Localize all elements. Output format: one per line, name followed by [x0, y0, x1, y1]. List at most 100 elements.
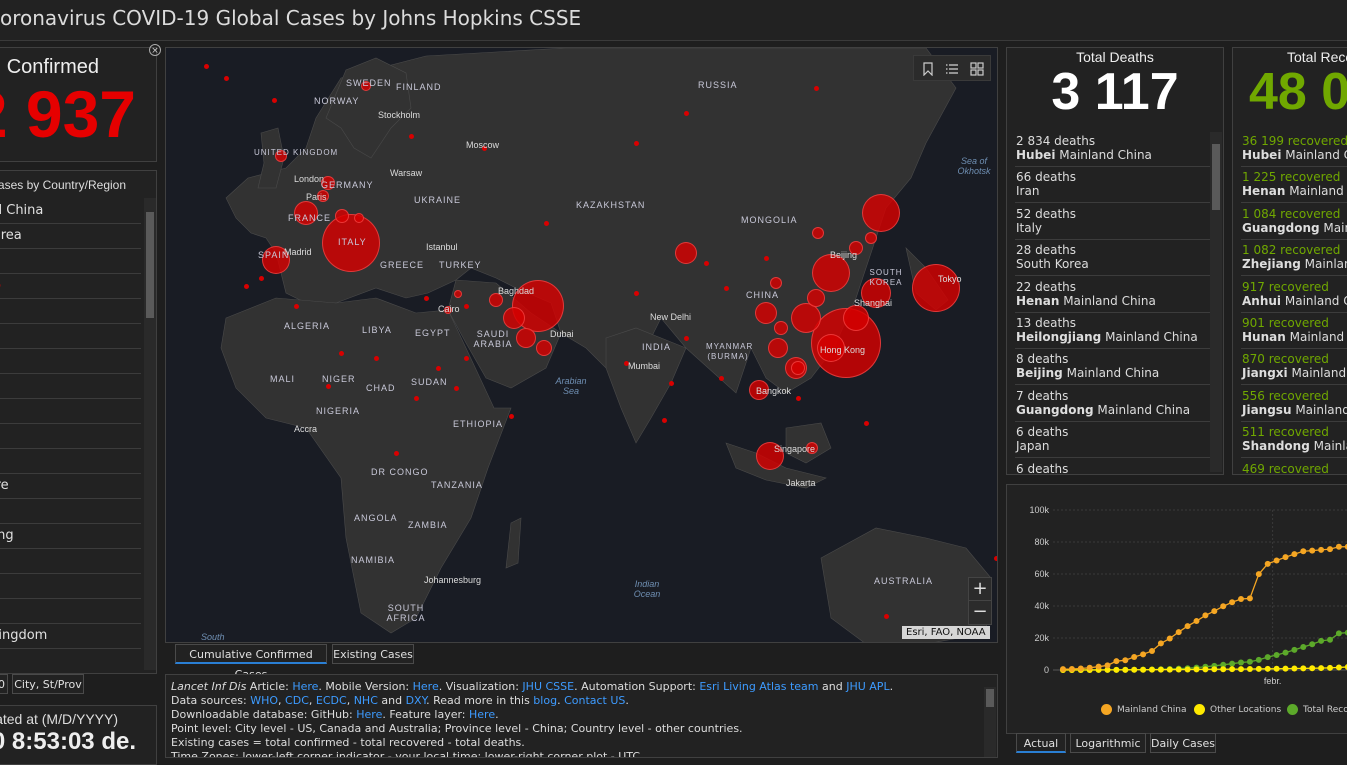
- case-dot[interactable]: [684, 336, 689, 341]
- case-bubble[interactable]: [454, 290, 462, 298]
- deaths-list-item[interactable]: 7 deathsGuangdong Mainland China: [1015, 385, 1210, 422]
- case-bubble[interactable]: [335, 209, 349, 223]
- tab-actual[interactable]: Actual: [1016, 733, 1066, 753]
- deaths-list-item[interactable]: 52 deaths Italy: [1015, 203, 1210, 240]
- recovered-list-item[interactable]: 469 recovered: [1241, 458, 1347, 475]
- case-dot[interactable]: [994, 556, 998, 561]
- case-bubble[interactable]: [843, 305, 869, 331]
- link-ecdc[interactable]: ECDC: [316, 694, 347, 707]
- link-feature-layer[interactable]: Here: [469, 708, 495, 721]
- case-dot[interactable]: [764, 256, 769, 261]
- deaths-list-item[interactable]: 6 deaths Japan: [1015, 421, 1210, 458]
- case-dot[interactable]: [704, 261, 709, 266]
- case-dot[interactable]: [719, 376, 724, 381]
- case-bubble[interactable]: [755, 302, 777, 324]
- country-list-item[interactable]: Hong Kong: [0, 523, 141, 549]
- country-list-item[interactable]: Singapore: [0, 473, 141, 499]
- case-bubble[interactable]: [912, 264, 960, 312]
- case-dot[interactable]: [464, 304, 469, 309]
- case-dot[interactable]: [634, 141, 639, 146]
- recovered-list-item[interactable]: 511 recoveredShandong Mainland China: [1241, 421, 1347, 458]
- country-list-item[interactable]: [0, 348, 141, 374]
- case-dot[interactable]: [259, 276, 264, 281]
- case-bubble[interactable]: [354, 213, 364, 223]
- link-esri-living-atlas[interactable]: Esri Living Atlas team: [699, 680, 818, 693]
- case-dot[interactable]: [864, 421, 869, 426]
- case-dot[interactable]: [374, 356, 379, 361]
- case-dot[interactable]: [339, 351, 344, 356]
- case-dot[interactable]: [272, 98, 277, 103]
- deaths-scroll-thumb[interactable]: [1212, 144, 1220, 210]
- case-dot[interactable]: [244, 284, 249, 289]
- tab-admin0[interactable]: Admin0: [0, 674, 8, 694]
- country-list-item[interactable]: [0, 548, 141, 574]
- list-icon[interactable]: [945, 62, 959, 76]
- basemap-gallery-icon[interactable]: [970, 62, 984, 76]
- info-scroll-thumb[interactable]: [986, 689, 994, 707]
- link-nhc[interactable]: NHC: [354, 694, 378, 707]
- country-list-item[interactable]: [0, 448, 141, 474]
- map-panel[interactable]: SWEDEN FINLAND NORWAY RUSSIA UNITED KING…: [165, 47, 998, 643]
- tab-cumulative-confirmed[interactable]: Cumulative Confirmed Cases: [175, 644, 327, 664]
- case-dot[interactable]: [814, 86, 819, 91]
- case-bubble[interactable]: [536, 340, 552, 356]
- case-dot[interactable]: [326, 384, 331, 389]
- case-dot[interactable]: [394, 451, 399, 456]
- country-list-item[interactable]: 2 336Iran: [0, 273, 141, 299]
- country-list-item[interactable]: [0, 398, 141, 424]
- info-scrollbar[interactable]: [984, 687, 996, 757]
- case-bubble[interactable]: [865, 232, 877, 244]
- link-mobile-version[interactable]: Here: [413, 680, 439, 693]
- case-dot[interactable]: [464, 356, 469, 361]
- case-dot[interactable]: [634, 291, 639, 296]
- recovered-list-item[interactable]: 917 recoveredAnhui Mainland China: [1241, 276, 1347, 313]
- link-lancet-article[interactable]: Here: [292, 680, 318, 693]
- case-bubble[interactable]: [812, 227, 824, 239]
- country-list-item[interactable]: [0, 598, 141, 624]
- case-bubble[interactable]: [770, 277, 782, 289]
- deaths-list-item[interactable]: 8 deathsBeijing Mainland China: [1015, 348, 1210, 385]
- recovered-list[interactable]: 36 199 recoveredHubei Mainland China1 22…: [1233, 130, 1347, 475]
- recovered-list-item[interactable]: 1 225 recoveredHenan Mainland China: [1241, 166, 1347, 203]
- recovered-list-item[interactable]: 1 082 recoveredZhejiang Mainland China: [1241, 239, 1347, 276]
- case-dot[interactable]: [669, 381, 674, 386]
- link-contact-us[interactable]: Contact US: [564, 694, 625, 707]
- case-dot[interactable]: [424, 296, 429, 301]
- case-bubble[interactable]: [791, 303, 821, 333]
- case-dot[interactable]: [294, 304, 299, 309]
- country-list-item[interactable]: [0, 323, 141, 349]
- country-list-item[interactable]: [0, 298, 141, 324]
- case-dot[interactable]: [796, 396, 801, 401]
- recovered-list-item[interactable]: 36 199 recoveredHubei Mainland China: [1241, 130, 1347, 167]
- country-list-item[interactable]: 2 502Italy: [0, 248, 141, 274]
- case-dot[interactable]: [224, 76, 229, 81]
- link-cdc[interactable]: CDC: [285, 694, 309, 707]
- case-dot[interactable]: [544, 221, 549, 226]
- link-dxy[interactable]: DXY: [406, 694, 427, 707]
- case-dot[interactable]: [436, 366, 441, 371]
- case-dot[interactable]: [454, 386, 459, 391]
- deaths-list-item[interactable]: 28 deaths South Korea: [1015, 239, 1210, 276]
- case-bubble[interactable]: [503, 307, 525, 329]
- case-dot[interactable]: [724, 286, 729, 291]
- deaths-list-item[interactable]: 22 deathsHenan Mainland China: [1015, 276, 1210, 313]
- case-dot[interactable]: [414, 396, 419, 401]
- country-list-item[interactable]: United Kingdom: [0, 623, 141, 649]
- link-github[interactable]: Here: [356, 708, 382, 721]
- recovered-list-item[interactable]: 1 084 recoveredGuangdong Mainland China: [1241, 203, 1347, 240]
- case-dot[interactable]: [204, 64, 209, 69]
- country-list-item[interactable]: [0, 498, 141, 524]
- link-who[interactable]: WHO: [250, 694, 278, 707]
- country-list-item[interactable]: [0, 573, 141, 599]
- case-bubble[interactable]: [516, 328, 536, 348]
- case-dot[interactable]: [662, 418, 667, 423]
- tab-city-st-prov[interactable]: City, St/Prov: [12, 674, 84, 694]
- collapse-panel-icon[interactable]: ×: [149, 44, 161, 56]
- country-list-item[interactable]: [0, 423, 141, 449]
- case-bubble[interactable]: [791, 361, 805, 375]
- deaths-list-item[interactable]: 6 deaths: [1015, 458, 1210, 475]
- country-list[interactable]: 80 174Mainland China4 812South Korea2 50…: [0, 198, 143, 674]
- bookmark-icon[interactable]: [922, 62, 934, 76]
- recovered-list-item[interactable]: 556 recoveredJiangsu Mainland China: [1241, 385, 1347, 422]
- link-jhu-csse[interactable]: JHU CSSE: [522, 680, 574, 693]
